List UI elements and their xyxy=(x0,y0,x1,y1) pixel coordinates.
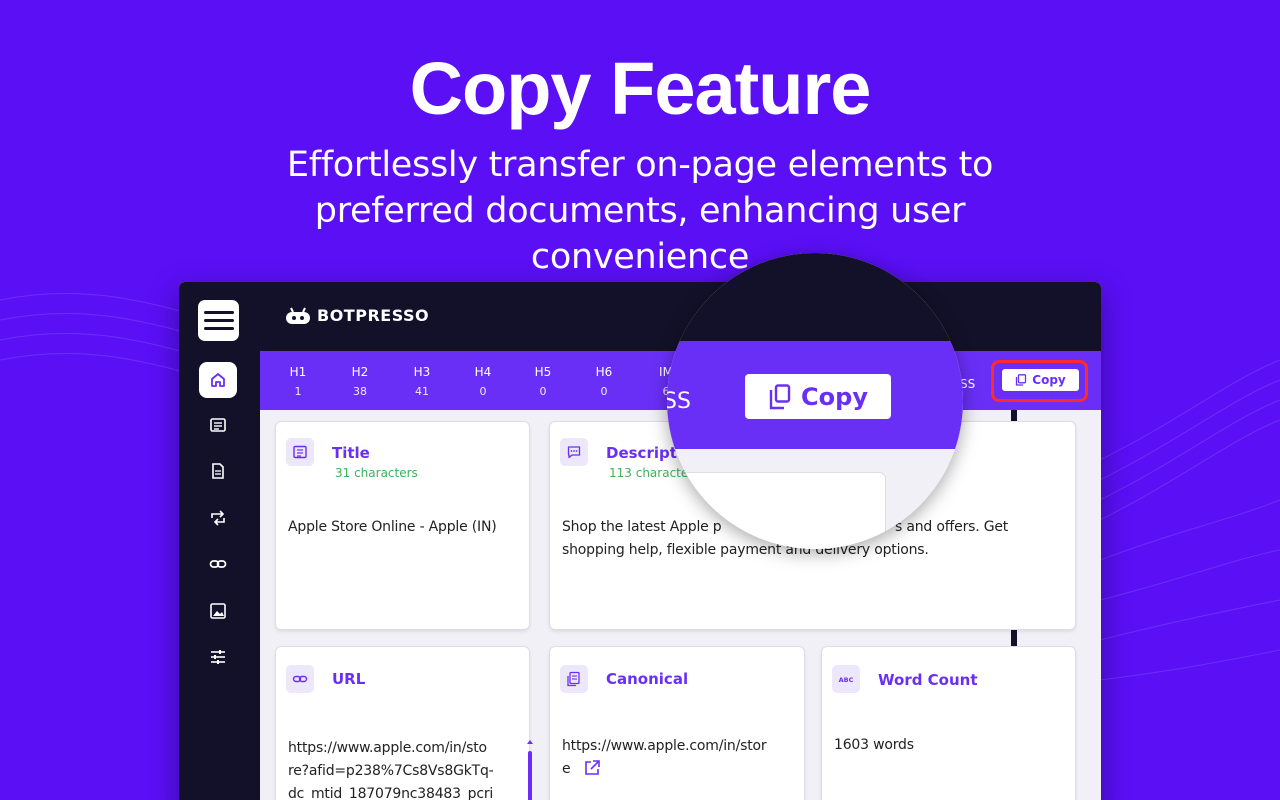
url-scrollbar[interactable] xyxy=(527,739,533,800)
chat-icon xyxy=(560,438,588,466)
sidebar xyxy=(179,282,260,800)
copy-button-label: Copy xyxy=(1032,373,1066,387)
list-icon[interactable] xyxy=(199,407,237,443)
stat-value: 41 xyxy=(415,385,429,398)
copy-icon xyxy=(1016,374,1027,386)
card-title: Title xyxy=(332,444,370,462)
url-line-1: https://www.apple.com/in/sto xyxy=(288,740,487,756)
stat-h3[interactable]: H3 41 xyxy=(402,365,442,398)
stat-h1[interactable]: H1 1 xyxy=(278,365,318,398)
settings-sliders-icon[interactable] xyxy=(199,639,237,675)
magnifier-lens: SS Copy xyxy=(667,253,963,549)
robot-logo-icon xyxy=(286,307,310,324)
home-icon[interactable] xyxy=(199,362,237,398)
botpresso-logo: BOTPRESSO xyxy=(284,306,429,325)
url-line-3: dc_mtid_187079nc38483_pcri xyxy=(288,786,494,800)
url-line-2: re?afid=p238%7Cs8Vs8GkTq- xyxy=(288,763,494,779)
redirect-icon[interactable] xyxy=(199,500,237,536)
canonical-card: Canonical https://www.apple.com/in/stor … xyxy=(550,647,804,800)
link-icon xyxy=(286,665,314,693)
card-title: Word Count xyxy=(878,671,978,689)
canonical-line-1: https://www.apple.com/in/stor xyxy=(562,738,767,754)
stat-value: 0 xyxy=(479,385,487,398)
logo-text: BOTPRESSO xyxy=(317,306,430,325)
stat-value: 0 xyxy=(539,385,547,398)
copy-icon xyxy=(769,383,791,409)
stat-h2[interactable]: H2 38 xyxy=(340,365,380,398)
magnified-ss-label: SS xyxy=(667,389,691,414)
stat-h6[interactable]: H6 0 xyxy=(584,365,624,398)
stat-value: 0 xyxy=(600,385,608,398)
stat-h5[interactable]: H5 0 xyxy=(523,365,563,398)
hamburger-menu-button[interactable] xyxy=(198,300,239,341)
magnified-top-bar xyxy=(667,253,963,341)
canonical-icon xyxy=(560,665,588,693)
card-title: Canonical xyxy=(606,670,689,688)
word-count-card: ABC Word Count 1603 words xyxy=(822,647,1075,800)
magnified-copy-button[interactable]: Copy xyxy=(745,374,891,419)
stat-label: H2 xyxy=(351,365,369,379)
stat-value: 1 xyxy=(294,385,302,398)
external-link-icon[interactable] xyxy=(583,759,601,777)
copy-button[interactable]: Copy xyxy=(1002,369,1079,391)
stat-label: H1 xyxy=(289,365,307,379)
document-icon[interactable] xyxy=(199,453,237,489)
stat-label: H4 xyxy=(474,365,492,379)
image-icon[interactable] xyxy=(199,593,237,629)
word-count-value: 1603 words xyxy=(834,737,914,753)
stat-value: 38 xyxy=(353,385,367,398)
canonical-line-2: e xyxy=(562,761,571,777)
title-card: Title 31 characters Apple Store Online -… xyxy=(276,422,529,629)
card-title: URL xyxy=(332,670,366,688)
character-count: 31 characters xyxy=(335,466,418,480)
svg-text:ABC: ABC xyxy=(839,676,854,684)
title-value: Apple Store Online - Apple (IN) xyxy=(288,519,497,535)
magnified-card xyxy=(681,473,885,549)
magnified-copy-label: Copy xyxy=(801,382,868,411)
stat-label: H3 xyxy=(413,365,431,379)
stat-h4[interactable]: H4 0 xyxy=(463,365,503,398)
url-card: URL https://www.apple.com/in/sto re?afid… xyxy=(276,647,533,800)
hero-title: Copy Feature xyxy=(409,47,872,130)
link-icon[interactable] xyxy=(199,546,237,582)
abc-icon: ABC xyxy=(832,665,860,693)
stat-label: H5 xyxy=(534,365,552,379)
list-icon xyxy=(286,438,314,466)
stat-label: H6 xyxy=(595,365,613,379)
